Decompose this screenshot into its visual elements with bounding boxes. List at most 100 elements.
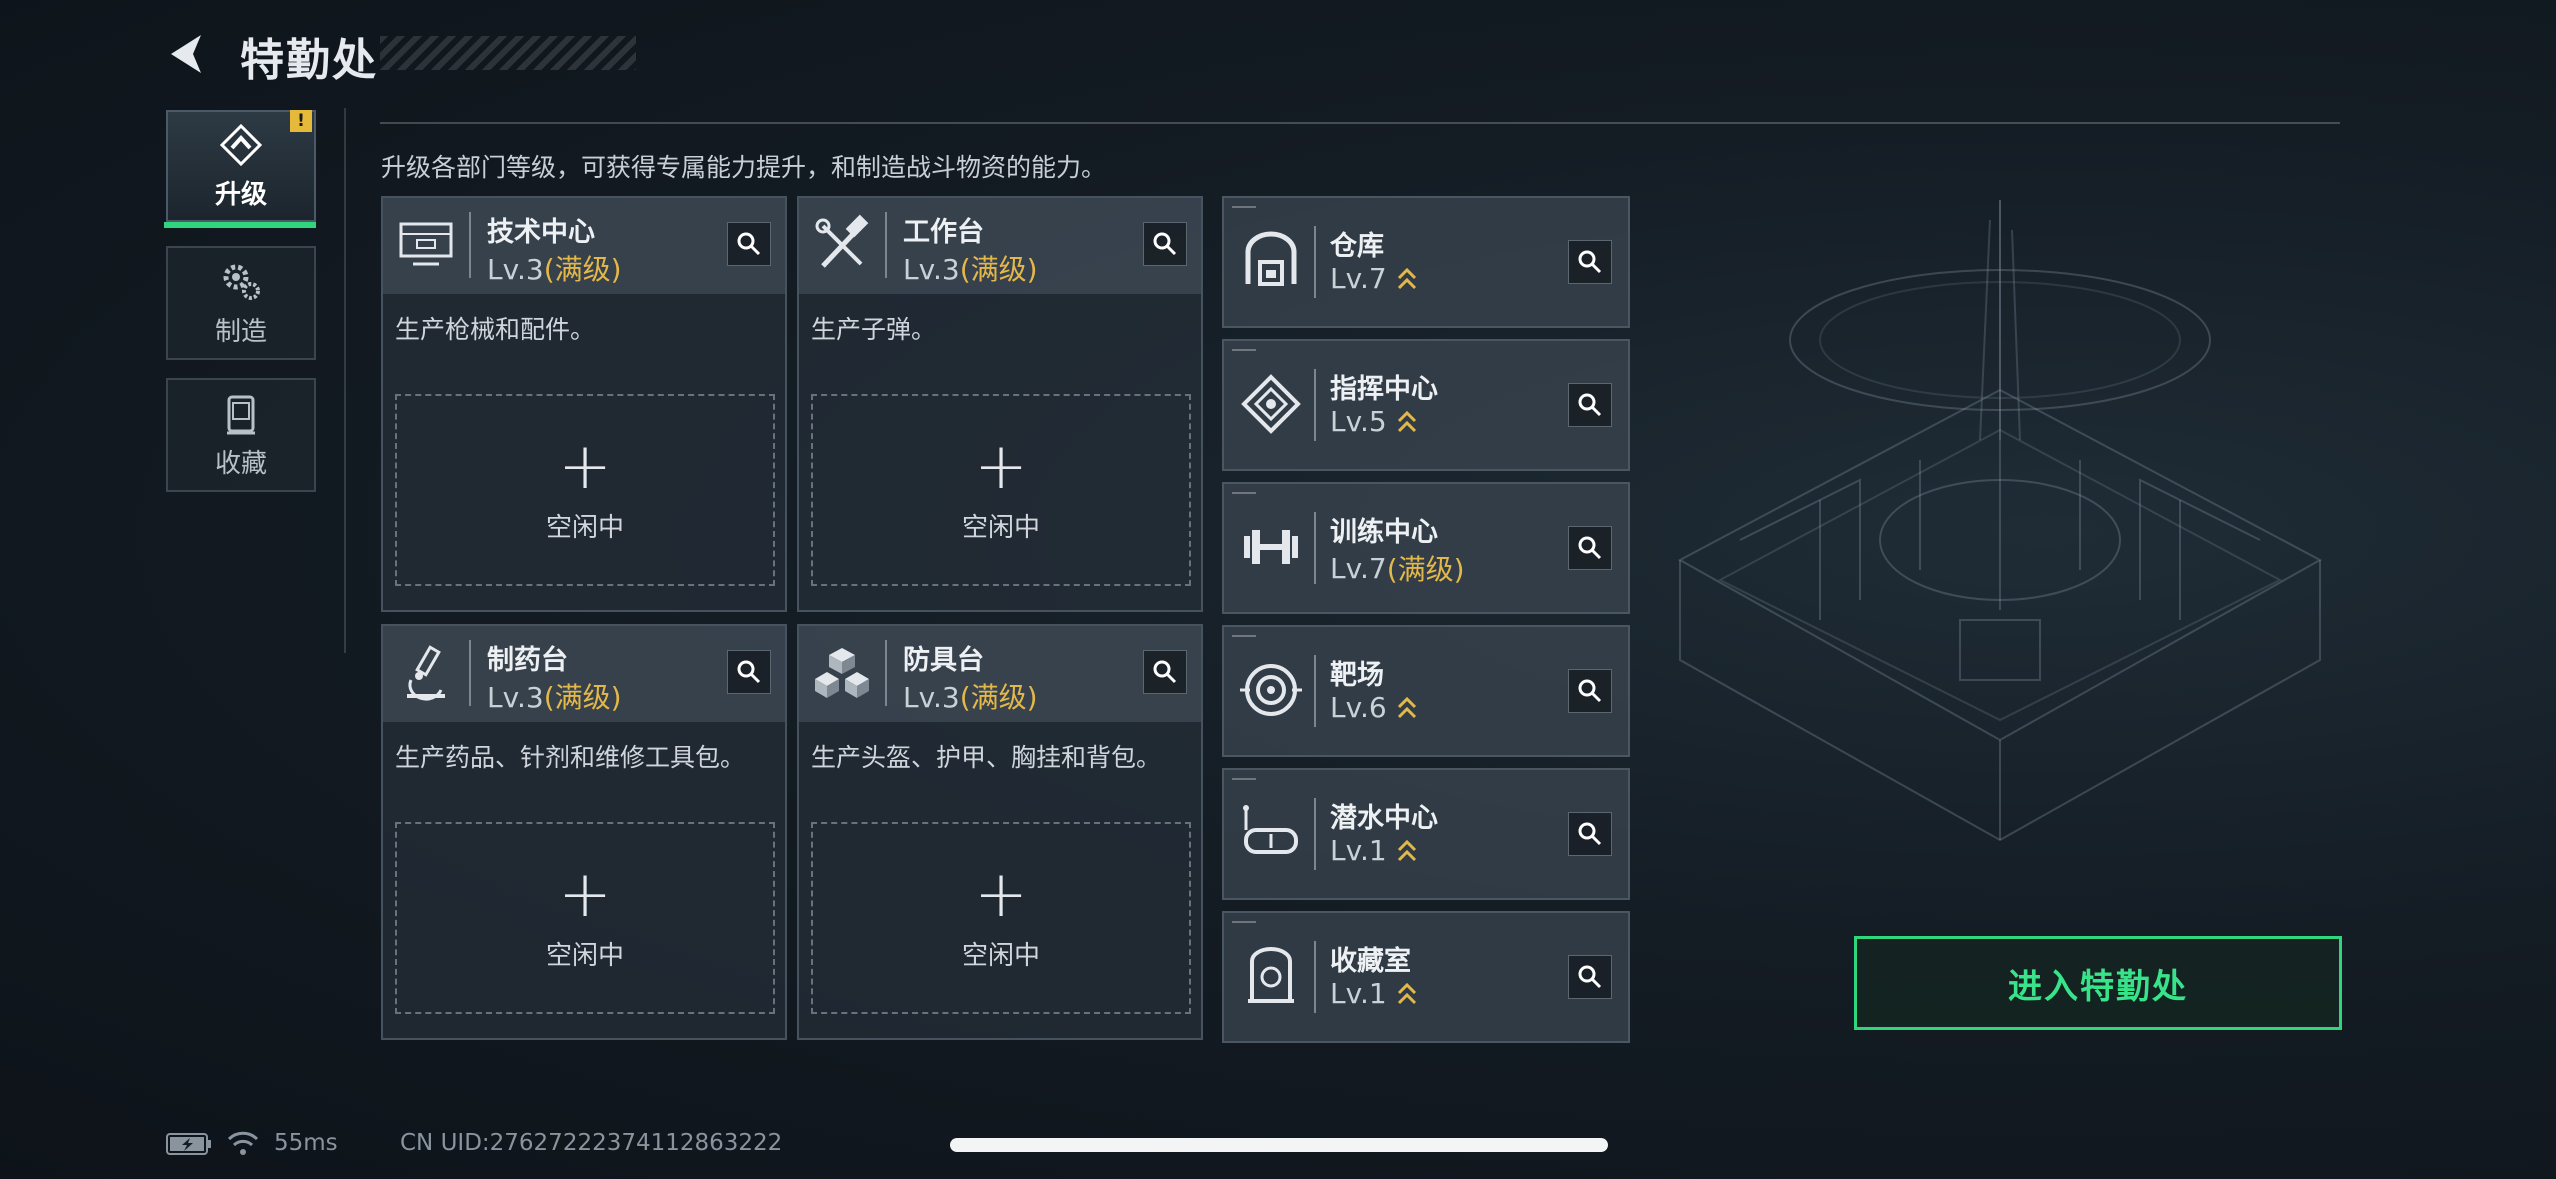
nav-collection[interactable]: 收藏 bbox=[166, 378, 316, 492]
title-decoration bbox=[380, 36, 636, 70]
inspect-button[interactable] bbox=[1568, 240, 1612, 284]
facility-level: Lv.5 bbox=[1330, 405, 1419, 438]
plus-icon: + bbox=[558, 857, 612, 932]
inspect-button[interactable] bbox=[1143, 222, 1187, 266]
nav-craft-label: 制造 bbox=[214, 316, 267, 347]
facility-training-center[interactable]: 训练中心 Lv.7 (满级) bbox=[1222, 482, 1630, 614]
divider bbox=[344, 108, 346, 653]
slot-status: 空闲中 bbox=[961, 512, 1040, 543]
facility-name: 仓库 bbox=[1330, 231, 1384, 262]
dept-level: Lv.3(满级) bbox=[487, 681, 622, 714]
production-slot[interactable]: + 空闲中 bbox=[811, 822, 1191, 1014]
back-button[interactable] bbox=[160, 26, 216, 82]
dept-name: 工作台 bbox=[903, 217, 984, 248]
search-icon bbox=[1578, 393, 1602, 417]
search-icon bbox=[1578, 250, 1602, 274]
search-icon bbox=[1578, 536, 1602, 560]
production-slot[interactable]: + 空闲中 bbox=[811, 394, 1191, 586]
plus-icon: + bbox=[558, 429, 612, 504]
inspect-button[interactable] bbox=[1568, 383, 1612, 427]
slot-status: 空闲中 bbox=[545, 512, 624, 543]
target-icon bbox=[1240, 664, 1302, 716]
dept-card-armor-bench: 防具台 Lv.3(满级) 生产头盔、护甲、胸挂和背包。 + 空闲中 bbox=[797, 624, 1203, 1040]
page-title: 特勤处 bbox=[240, 35, 378, 86]
inspect-button[interactable] bbox=[1568, 955, 1612, 999]
facility-warehouse[interactable]: 仓库 Lv.7 bbox=[1222, 196, 1630, 328]
back-arrow-icon bbox=[171, 35, 201, 73]
dept-card-tech-center: 技术中心 Lv.3(满级) 生产枪械和配件。 + 空闲中 bbox=[381, 196, 787, 612]
nav-craft[interactable]: 制造 bbox=[166, 246, 316, 360]
dept-card-workbench: 工作台 Lv.3(满级) 生产子弹。 + 空闲中 bbox=[797, 196, 1203, 612]
facility-level: Lv.6 bbox=[1330, 691, 1419, 724]
dept-level: Lv.3(满级) bbox=[487, 253, 622, 286]
search-icon bbox=[737, 660, 761, 684]
inspect-button[interactable] bbox=[1568, 526, 1612, 570]
dumbbell-icon bbox=[1244, 530, 1298, 564]
facility-collection-room[interactable]: 收藏室 Lv.1 bbox=[1222, 911, 1630, 1043]
inspect-button[interactable] bbox=[727, 222, 771, 266]
facility-name: 靶场 bbox=[1330, 660, 1384, 691]
inspect-button[interactable] bbox=[1568, 812, 1612, 856]
facility-level: Lv.7 bbox=[1330, 262, 1419, 295]
tools-icon bbox=[815, 214, 869, 268]
ping-indicator: 55ms bbox=[274, 1130, 338, 1156]
facility-name: 指挥中心 bbox=[1330, 374, 1438, 405]
nav-collection-label: 收藏 bbox=[214, 448, 267, 479]
upgrade-available-icon bbox=[1397, 267, 1416, 289]
inspect-button[interactable] bbox=[1143, 650, 1187, 694]
dept-name: 技术中心 bbox=[487, 217, 595, 248]
nav-active-indicator bbox=[164, 222, 316, 228]
facility-command-center[interactable]: 指挥中心 Lv.5 bbox=[1222, 339, 1630, 471]
upgrade-available-icon bbox=[1397, 696, 1416, 718]
plus-icon: + bbox=[974, 857, 1028, 932]
dept-name: 制药台 bbox=[487, 645, 568, 676]
dept-card-pharmacy: 制药台 Lv.3(满级) 生产药品、针剂和维修工具包。 + 空闲中 bbox=[381, 624, 787, 1040]
search-icon bbox=[1153, 660, 1177, 684]
section-description: 升级各部门等级，可获得专属能力提升，和制造战斗物资的能力。 bbox=[381, 153, 1107, 182]
facility-wireframe-art bbox=[1677, 200, 2323, 842]
dept-level: Lv.3(满级) bbox=[903, 681, 1038, 714]
facility-shooting-range[interactable]: 靶场 Lv.6 bbox=[1222, 625, 1630, 757]
home-indicator[interactable] bbox=[950, 1138, 1608, 1152]
upgrade-available-icon bbox=[1397, 839, 1416, 861]
upgrade-available-icon bbox=[1397, 982, 1416, 1004]
diving-mask-icon bbox=[1243, 805, 1298, 854]
facility-level: Lv.7 (满级) bbox=[1330, 551, 1465, 587]
production-slot[interactable]: + 空闲中 bbox=[395, 822, 775, 1014]
search-icon bbox=[1153, 232, 1177, 256]
dept-level: Lv.3(满级) bbox=[903, 253, 1038, 286]
search-icon bbox=[737, 232, 761, 256]
upgrade-available-icon bbox=[1397, 410, 1416, 432]
facility-name: 训练中心 bbox=[1330, 517, 1438, 548]
search-icon bbox=[1578, 965, 1602, 989]
inspect-button[interactable] bbox=[1568, 669, 1612, 713]
facility-level: Lv.1 bbox=[1330, 977, 1419, 1010]
warehouse-icon bbox=[1245, 231, 1297, 286]
search-icon bbox=[1578, 822, 1602, 846]
dept-description: 生产枪械和配件。 bbox=[395, 315, 596, 344]
dept-description: 生产头盔、护甲、胸挂和背包。 bbox=[811, 743, 1162, 772]
facility-diving-center[interactable]: 潜水中心 Lv.1 bbox=[1222, 768, 1630, 900]
facility-level: Lv.1 bbox=[1330, 834, 1419, 867]
facility-name: 收藏室 bbox=[1330, 946, 1411, 977]
divider bbox=[380, 122, 2340, 124]
dept-description: 生产子弹。 bbox=[811, 315, 937, 344]
user-uid: CN UID:2762722237411286322​2 bbox=[400, 1130, 783, 1156]
cubes-icon bbox=[815, 648, 869, 698]
production-slot[interactable]: + 空闲中 bbox=[395, 394, 775, 586]
command-icon bbox=[1241, 374, 1301, 434]
upgrade-icon bbox=[219, 123, 263, 166]
inspect-button[interactable] bbox=[727, 650, 771, 694]
search-icon bbox=[1578, 679, 1602, 703]
nav-upgrade-label: 升级 bbox=[214, 179, 267, 210]
battery-icon bbox=[166, 1133, 211, 1155]
slot-status: 空闲中 bbox=[961, 940, 1040, 971]
dept-name: 防具台 bbox=[903, 645, 984, 676]
enter-facility-button[interactable]: 进入特勤处 bbox=[1854, 936, 2342, 1030]
facility-name: 潜水中心 bbox=[1330, 803, 1438, 834]
slot-status: 空闲中 bbox=[545, 940, 624, 971]
monitor-icon bbox=[399, 222, 453, 266]
microscope-icon bbox=[407, 645, 445, 701]
trophy-case-icon bbox=[1248, 947, 1294, 1003]
plus-icon: + bbox=[974, 429, 1028, 504]
